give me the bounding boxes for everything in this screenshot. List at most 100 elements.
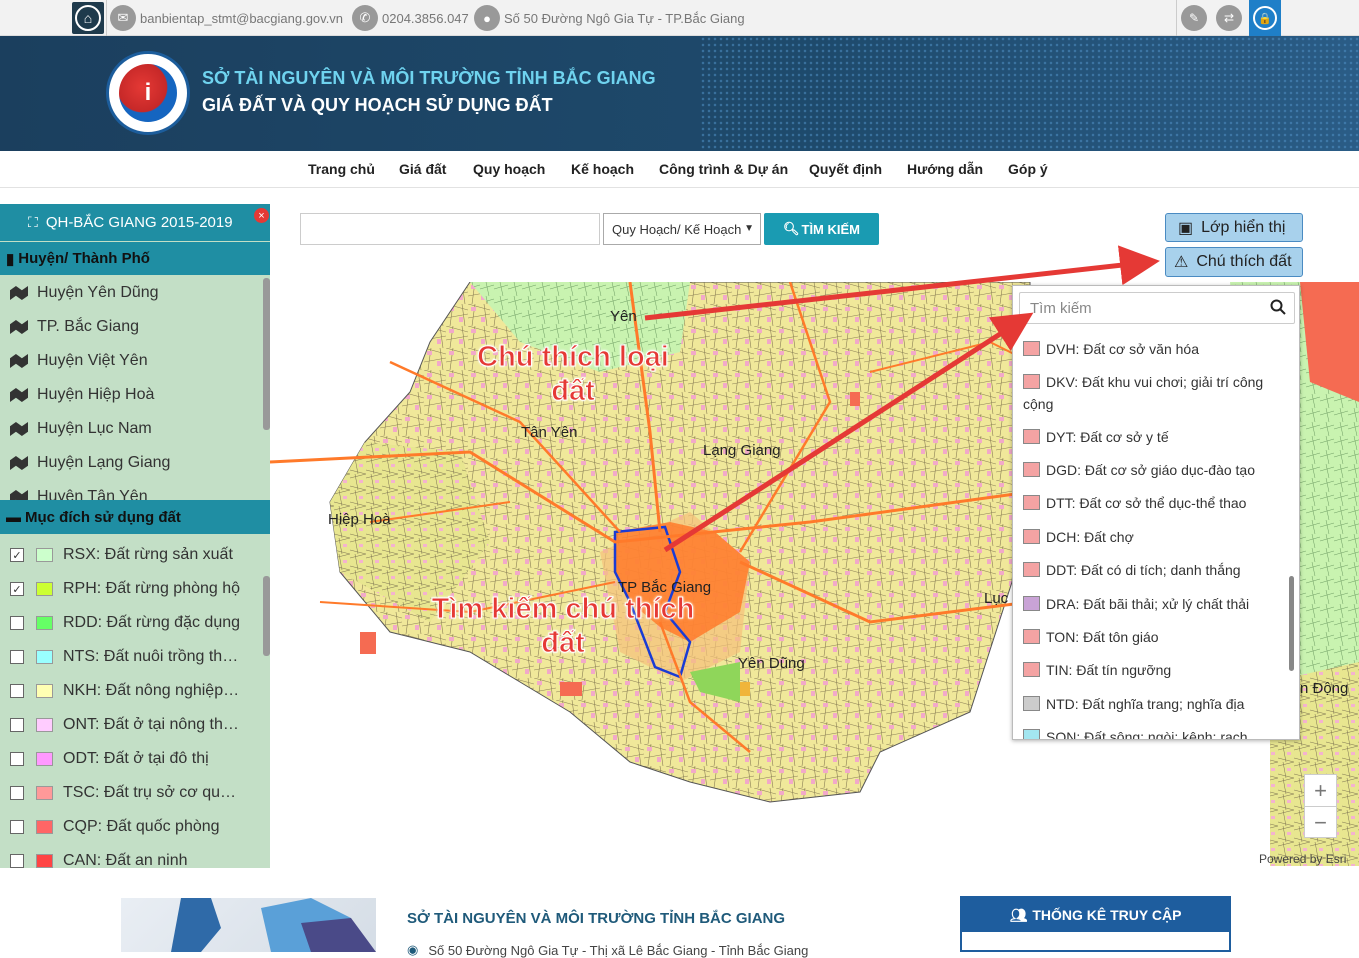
color-swatch (1023, 629, 1040, 645)
search-icon[interactable] (1270, 299, 1286, 315)
esri-attribution[interactable]: Powered by Esri (1259, 852, 1346, 866)
legend-item: DCH: Đất chợ (1023, 526, 1285, 548)
zoom-out-button[interactable]: − (1305, 807, 1336, 838)
map-icon: ▣ (1178, 219, 1194, 237)
district-item[interactable]: TP. Bắc Giang (10, 318, 139, 336)
landuse-heading[interactable]: ▬ Mục đích sử dụng đất (0, 500, 270, 534)
signpost-icon[interactable]: ⇄ (1216, 5, 1242, 31)
login-button[interactable]: 🔒 (1249, 0, 1281, 36)
nav-land-price[interactable]: Giá đất (399, 161, 446, 177)
zoom-in-button[interactable]: + (1305, 775, 1336, 806)
landuse-item[interactable]: ✓ RSX: Đất rừng sản xuất (10, 546, 233, 564)
district-item[interactable]: Huyện Lục Nam (10, 420, 152, 438)
landuse-scrollbar[interactable] (263, 576, 270, 656)
legend-label: DYT: Đất cơ sở y tế (1046, 429, 1169, 445)
layer-checkbox[interactable] (10, 752, 24, 766)
annotation-legend-type: Chú thích loại đất (477, 341, 670, 408)
legend-label: TIN: Đất tín ngưỡng (1046, 662, 1172, 678)
legend-item: NTD: Đất nghĩa trang; nghĩa địa (1023, 693, 1285, 715)
legend-item: DRA: Đất bãi thải; xử lý chất thải (1023, 593, 1285, 615)
color-swatch (36, 650, 53, 664)
legend-label: DCH: Đất chợ (1046, 529, 1134, 545)
landuse-item[interactable]: ONT: Đất ở tại nông th… (10, 716, 239, 734)
district-item[interactable]: Huyện Hiệp Hoà (10, 386, 154, 404)
nav-projects[interactable]: Công trình & Dự án (659, 161, 788, 177)
email-link[interactable]: ✉ banbientap_stmt@bacgiang.gov.vn (110, 0, 343, 36)
nav-planning[interactable]: Quy hoạch (473, 161, 545, 177)
landuse-item[interactable]: CQP: Đất quốc phòng (10, 818, 220, 836)
layers-button[interactable]: ▣ Lớp hiển thị (1165, 213, 1303, 242)
landuse-item[interactable]: ODT: Đất ở tại đô thị (10, 750, 209, 768)
legend-label: DVH: Đất cơ sở văn hóa (1046, 341, 1199, 357)
address-info: ● Số 50 Đường Ngô Gia Tự - TP.Bắc Giang (474, 0, 745, 36)
color-swatch (1023, 429, 1040, 445)
org-name: SỞ TÀI NGUYÊN VÀ MÔI TRƯỜNG TỈNH BẮC GIA… (202, 68, 656, 88)
layer-checkbox[interactable] (10, 684, 24, 698)
divider (106, 0, 107, 36)
logo-emblem: i (119, 64, 177, 122)
sitemap-icon: ⛶ (28, 214, 38, 230)
districts-scrollbar[interactable] (263, 278, 270, 430)
color-swatch (36, 718, 53, 732)
legend-item: DYT: Đất cơ sở y tế (1023, 426, 1285, 448)
layer-checkbox[interactable] (10, 616, 24, 630)
layer-checkbox[interactable]: ✓ (10, 548, 24, 562)
district-item[interactable]: Huyện Yên Dũng (10, 284, 159, 302)
map-icon (10, 354, 28, 368)
home-button[interactable]: ⌂ (72, 2, 104, 34)
map-label: Yên (610, 308, 637, 325)
landuse-label: CQP: Đất quốc phòng (63, 818, 220, 835)
layer-checkbox[interactable]: ✓ (10, 582, 24, 596)
search-type-select[interactable]: Quy Hoạch/ Kế Hoạch ▼ (603, 213, 761, 245)
email-text: banbientap_stmt@bacgiang.gov.vn (140, 10, 344, 26)
legend-button[interactable]: ⚠ Chú thích đất (1165, 247, 1303, 277)
layer-checkbox[interactable] (10, 650, 24, 664)
chat-icon[interactable]: ✎ (1181, 5, 1207, 31)
layer-checkbox[interactable] (10, 854, 24, 868)
color-swatch (36, 582, 53, 596)
landuse-item[interactable]: TSC: Đất trụ sở cơ qu… (10, 784, 236, 802)
lock-icon: 🔒 (1253, 6, 1277, 30)
legend-scrollbar[interactable] (1289, 576, 1294, 671)
chevron-down-icon: ▼ (744, 223, 754, 234)
map-label: Tân Yên (521, 424, 578, 441)
stats-heading: 👥︎ THỐNG KÊ TRUY CẬP (962, 898, 1229, 932)
phone-link[interactable]: ✆ 0204.3856.047 (352, 0, 469, 36)
search-input[interactable] (300, 213, 600, 245)
location-icon: ● (474, 5, 500, 31)
layer-checkbox[interactable] (10, 718, 24, 732)
home-icon: ⌂ (75, 5, 101, 31)
map-label: Lạng Giang (703, 442, 781, 459)
landuse-label: NTS: Đất nuôi trồng th… (63, 648, 239, 665)
footer-address: ◉ Số 50 Đường Ngô Gia Tự - Thị xã Lê Bắc… (407, 942, 809, 958)
phone-text: 0204.3856.047 (382, 10, 469, 26)
search-button[interactable]: 🔍︎ TÌM KIẾM (764, 213, 879, 245)
legend-panel: Tìm kiếm DVH: Đất cơ sở văn hóa DKV: Đất … (1012, 285, 1300, 740)
legend-item: DTT: Đất cơ sở thể dục-thể thao (1023, 492, 1285, 514)
landuse-item[interactable]: ✓ RPH: Đất rừng phòng hộ (10, 580, 240, 598)
main-nav: Trang chủ Giá đất Quy hoạch Kế hoạch Côn… (0, 151, 1359, 188)
nav-plan[interactable]: Kế hoạch (571, 161, 634, 177)
location-icon: ◉ (407, 942, 419, 957)
layer-checkbox[interactable] (10, 786, 24, 800)
districts-heading[interactable]: ▮ Huyện/ Thành Phố (0, 242, 270, 275)
district-item[interactable]: Huyện Việt Yên (10, 352, 148, 370)
nav-guide[interactable]: Hướng dẫn (907, 161, 983, 177)
map-icon (10, 422, 28, 436)
nav-decisions[interactable]: Quyết định (809, 161, 882, 177)
folder-icon: ▬ (6, 508, 21, 526)
landuse-item[interactable]: RDD: Đất rừng đặc dụng (10, 614, 240, 632)
landuse-item[interactable]: NTS: Đất nuôi trồng th… (10, 648, 238, 666)
close-icon[interactable]: × (254, 208, 269, 223)
district-item[interactable]: Huyện Lạng Giang (10, 454, 170, 472)
logo[interactable]: i (106, 51, 190, 135)
legend-search-input[interactable]: Tìm kiếm (1019, 292, 1295, 324)
landuse-item[interactable]: NKH: Đất nông nghiệp… (10, 682, 239, 700)
landuse-label: RDD: Đất rừng đặc dụng (63, 614, 241, 631)
landuse-label: ODT: Đất ở tại đô thị (63, 750, 209, 767)
nav-home[interactable]: Trang chủ (308, 161, 375, 177)
layer-checkbox[interactable] (10, 820, 24, 834)
nav-feedback[interactable]: Góp ý (1008, 161, 1048, 177)
map-icon (10, 286, 28, 300)
district-item[interactable]: Huyện Tân Yên (10, 488, 148, 500)
